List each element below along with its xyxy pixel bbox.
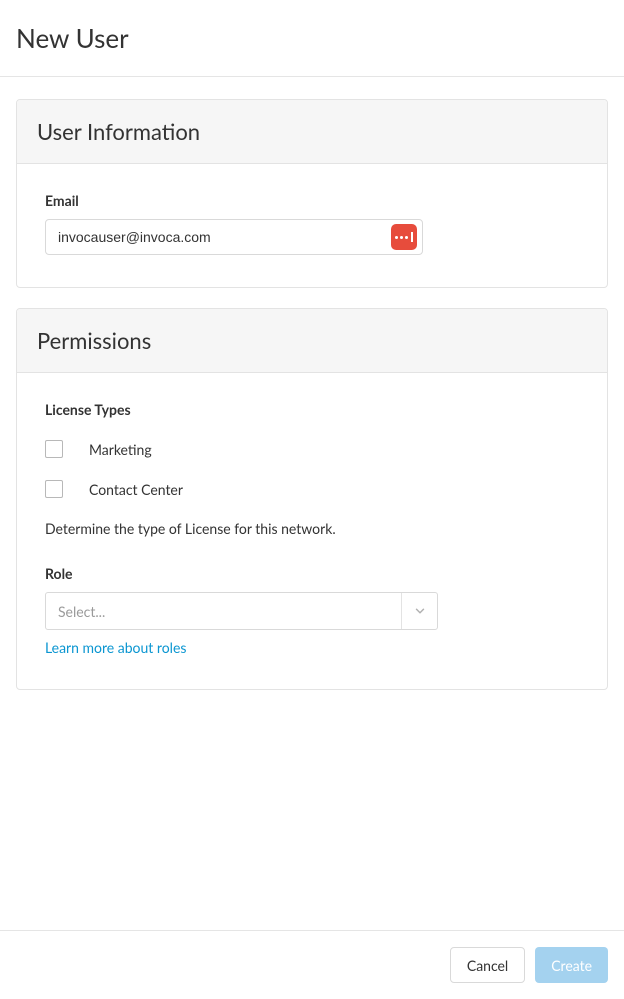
permissions-panel: Permissions License Types Marketing Cont… <box>16 308 608 690</box>
user-information-title: User Information <box>37 118 587 145</box>
learn-more-roles-link[interactable]: Learn more about roles <box>45 639 186 656</box>
user-information-panel-header: User Information <box>17 100 607 164</box>
password-manager-icon[interactable] <box>391 224 417 250</box>
license-option-contact-center: Contact Center <box>45 480 579 498</box>
role-select[interactable]: Select... <box>45 592 438 630</box>
contact-center-checkbox-label: Contact Center <box>89 481 183 498</box>
license-help-text: Determine the type of License for this n… <box>45 520 579 537</box>
marketing-checkbox-label: Marketing <box>89 441 152 458</box>
user-information-panel: User Information Email <box>16 99 608 288</box>
license-option-marketing: Marketing <box>45 440 579 458</box>
role-select-placeholder: Select... <box>46 603 401 620</box>
cancel-button[interactable]: Cancel <box>450 947 525 983</box>
role-label: Role <box>45 565 579 582</box>
email-label: Email <box>45 192 579 209</box>
license-types-label: License Types <box>45 401 579 418</box>
page-header: New User <box>0 0 624 77</box>
role-select-wrap: Select... <box>45 592 438 630</box>
page-title: New User <box>16 22 608 54</box>
chevron-down-icon <box>401 593 437 629</box>
marketing-checkbox[interactable] <box>45 440 63 458</box>
user-information-body: Email <box>17 164 607 287</box>
permissions-title: Permissions <box>37 327 587 354</box>
permissions-body: License Types Marketing Contact Center D… <box>17 373 607 689</box>
content-area: User Information Email Permissions Licen… <box>0 77 624 690</box>
footer: Cancel Create <box>0 930 624 999</box>
create-button[interactable]: Create <box>535 947 608 983</box>
permissions-panel-header: Permissions <box>17 309 607 373</box>
email-field[interactable] <box>45 219 423 255</box>
contact-center-checkbox[interactable] <box>45 480 63 498</box>
email-input-wrap <box>45 219 423 255</box>
